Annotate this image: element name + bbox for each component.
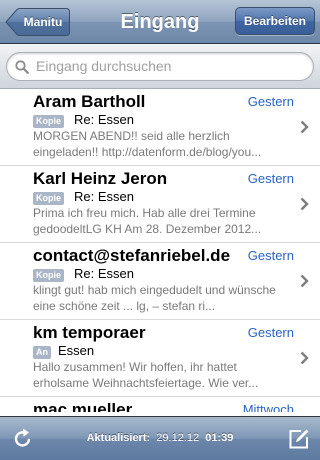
- list-item[interactable]: km temporaer Gestern An Essen Hallo zusa…: [0, 320, 320, 397]
- edit-button[interactable]: Bearbeiten: [235, 7, 315, 35]
- back-button[interactable]: Manitu: [5, 7, 71, 37]
- chevron-right-icon: [300, 274, 309, 288]
- message-subject: Re: Essen: [74, 266, 134, 281]
- message-list: Aram Bartholl Gestern Kopie Re: Essen MO…: [0, 89, 320, 412]
- update-status-time: 01:39: [205, 432, 234, 444]
- message-date: Gestern: [247, 325, 294, 340]
- message-sender: Karl Heinz Jeron: [33, 169, 168, 188]
- list-item[interactable]: contact@stefanriebel.de Gestern Kopie Re…: [0, 243, 320, 320]
- message-preview: klingt gut! hab mich eingedudelt und wün…: [33, 283, 276, 313]
- search-input[interactable]: Eingang durchsuchen: [6, 52, 314, 81]
- navigation-bar: Manitu Eingang Bearbeiten: [0, 0, 320, 44]
- message-subject: Essen: [58, 343, 95, 358]
- recipient-badge: Kopie: [33, 115, 65, 128]
- update-status-label: Aktualisiert:: [86, 432, 151, 444]
- message-preview: Hallo zusammen! Wir hoffen, ihr hattet e…: [33, 360, 259, 390]
- update-status-date: 29.12.12: [156, 432, 200, 444]
- message-sender: contact@stefanriebel.de: [33, 246, 231, 265]
- update-status: Aktualisiert: 29.12.12 01:39: [0, 417, 320, 460]
- message-sender: mac mueller: [33, 400, 133, 412]
- list-item[interactable]: mac mueller Mittwoch: [0, 397, 320, 412]
- message-date: Gestern: [247, 248, 294, 263]
- message-preview: MORGEN ABEND!! seid alle herzlich eingel…: [33, 129, 262, 159]
- compose-icon[interactable]: [288, 428, 310, 450]
- message-sender: km temporaer: [33, 323, 146, 342]
- message-subject: Re: Essen: [74, 189, 134, 204]
- back-button-label: Manitu: [23, 15, 63, 29]
- message-preview: Prima ich freu mich. Hab alle drei Termi…: [33, 206, 262, 236]
- message-date: Gestern: [247, 171, 294, 186]
- chevron-right-icon: [300, 351, 309, 365]
- bottom-toolbar: Aktualisiert: 29.12.12 01:39: [0, 416, 320, 460]
- recipient-badge: Kopie: [33, 269, 65, 282]
- page-title: Eingang: [120, 11, 200, 33]
- message-subject: Re: Essen: [74, 112, 134, 127]
- list-item[interactable]: Aram Bartholl Gestern Kopie Re: Essen MO…: [0, 89, 320, 166]
- message-date: Gestern: [247, 94, 294, 109]
- message-sender: Aram Bartholl: [33, 92, 146, 111]
- chevron-right-icon: [300, 120, 309, 134]
- search-bar: Eingang durchsuchen: [0, 44, 320, 89]
- recipient-badge: Kopie: [33, 192, 65, 205]
- list-item[interactable]: Karl Heinz Jeron Gestern Kopie Re: Essen…: [0, 166, 320, 243]
- search-placeholder: Eingang durchsuchen: [36, 58, 172, 74]
- recipient-badge: An: [33, 346, 51, 359]
- chevron-right-icon: [300, 197, 309, 211]
- search-icon: [15, 60, 29, 74]
- message-date: Mittwoch: [242, 402, 294, 412]
